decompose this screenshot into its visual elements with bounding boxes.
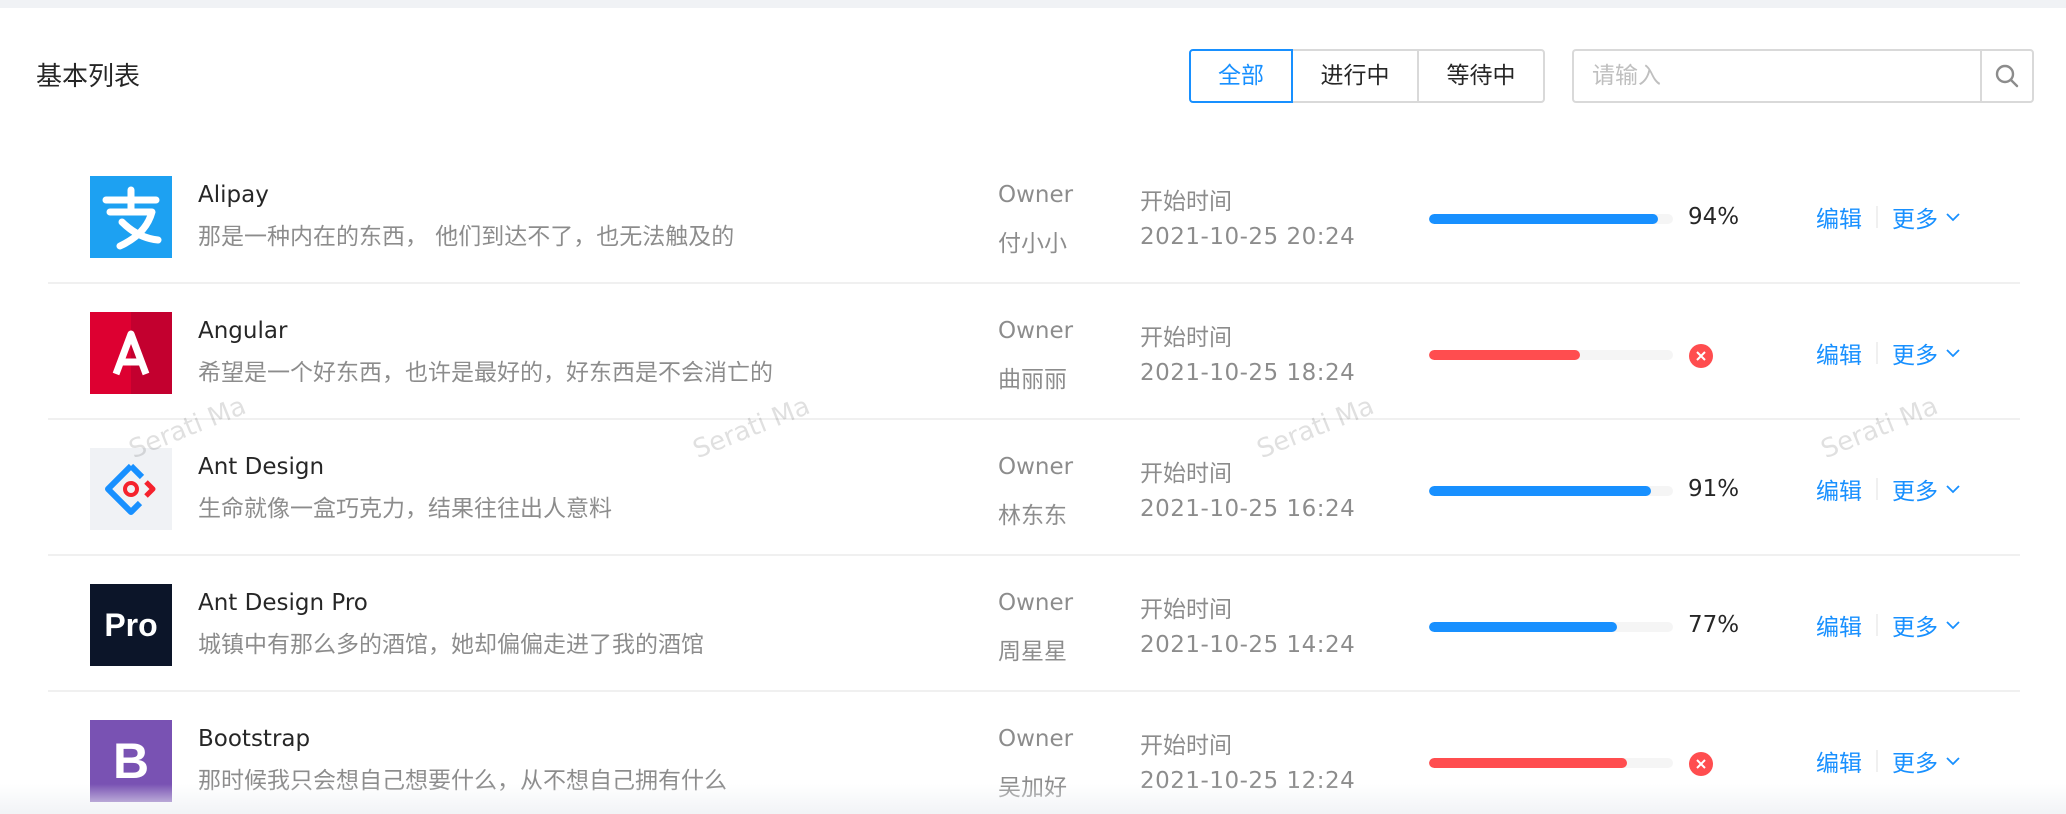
owner-label: Owner [998,590,1074,616]
item-actions: 编辑 更多 [1816,200,1962,234]
item-actions: 编辑 更多 [1816,472,1962,506]
list-item: Angular 希望是一个好东西，也许是最好的，好东西是不会消亡的 Owner … [48,284,2020,420]
start-time-value: 2021-10-25 18:24 [1140,360,1356,386]
more-dropdown[interactable]: 更多 [1892,608,1962,642]
item-description: 生命就像一盒巧克力，结果往往出人意料 [198,496,612,522]
start-time-label: 开始时间 [1140,733,1232,759]
owner-name: 付小小 [998,231,1067,257]
logo-text: Pro [104,606,158,643]
edit-link[interactable]: 编辑 [1816,608,1862,642]
close-circle-icon [1689,752,1713,776]
item-description: 城镇中有那么多的酒馆，她却偏偏走进了我的酒馆 [198,632,704,658]
more-dropdown[interactable]: 更多 [1892,336,1962,370]
more-dropdown[interactable]: 更多 [1892,472,1962,506]
item-description: 希望是一个好东西，也许是最好的，好东西是不会消亡的 [198,360,773,386]
start-time-value: 2021-10-25 14:24 [1140,632,1356,658]
action-divider [1876,614,1878,636]
list-item: Ant Design 生命就像一盒巧克力，结果往往出人意料 Owner 林东东 … [48,420,2020,556]
chevron-down-icon [1946,485,1960,494]
item-title[interactable]: Ant Design Pro [198,588,368,618]
progress-fill [1429,486,1652,496]
chevron-down-icon [1946,213,1960,222]
more-dropdown[interactable]: 更多 [1892,200,1962,234]
start-time-label: 开始时间 [1140,461,1232,487]
item-description: 那是一种内在的东西， 他们到达不了，也无法触及的 [198,224,735,250]
project-list: Alipay 那是一种内在的东西， 他们到达不了，也无法触及的 Owner 付小… [48,148,2020,814]
more-label: 更多 [1892,207,1938,233]
progress-bar [1429,486,1673,496]
owner-label: Owner [998,454,1074,480]
more-label: 更多 [1892,479,1938,505]
start-time-value: 2021-10-25 20:24 [1140,224,1356,250]
action-divider [1876,750,1878,772]
filter-waiting-button[interactable]: 等待中 [1417,49,1545,103]
search-button[interactable] [1980,49,2034,103]
item-actions: 编辑 更多 [1816,744,1962,778]
owner-name: 周星星 [998,639,1067,665]
more-label: 更多 [1892,751,1938,777]
progress-bar [1429,350,1673,360]
action-divider [1876,206,1878,228]
owner-name: 曲丽丽 [998,367,1067,393]
item-actions: 编辑 更多 [1816,608,1962,642]
progress-fill [1429,214,1659,224]
more-label: 更多 [1892,343,1938,369]
top-bar [0,0,2066,8]
search-box [1572,49,2034,103]
logo-text: B [112,733,150,789]
progress-percent: 94% [1688,204,1740,230]
filter-in-progress-button[interactable]: 进行中 [1291,49,1419,103]
card-header: 基本列表 全部 进行中 等待中 [0,8,2066,138]
start-time-label: 开始时间 [1140,189,1232,215]
basic-list-card: 基本列表 全部 进行中 等待中 Alipay 那是一 [0,8,2066,814]
action-divider [1876,478,1878,500]
list-item: Pro Ant Design Pro 城镇中有那么多的酒馆，她却偏偏走进了我的酒… [48,556,2020,692]
chevron-down-icon [1946,349,1960,358]
progress-fill [1429,622,1617,632]
edit-link[interactable]: 编辑 [1816,744,1862,778]
item-actions: 编辑 更多 [1816,336,1962,370]
chevron-down-icon [1946,757,1960,766]
progress-bar [1429,622,1673,632]
start-time-label: 开始时间 [1140,597,1232,623]
item-title[interactable]: Angular [198,316,287,346]
ant-design-logo-icon [90,448,172,530]
status-filter-group: 全部 进行中 等待中 [1189,49,1545,103]
item-title[interactable]: Ant Design [198,452,324,482]
edit-link[interactable]: 编辑 [1816,472,1862,506]
angular-logo-icon [90,312,172,394]
start-time-value: 2021-10-25 16:24 [1140,496,1356,522]
more-dropdown[interactable]: 更多 [1892,744,1962,778]
progress-bar [1429,758,1673,768]
owner-label: Owner [998,182,1074,208]
progress-percent: 77% [1688,612,1740,638]
owner-label: Owner [998,318,1074,344]
item-title[interactable]: Bootstrap [198,724,310,754]
more-label: 更多 [1892,615,1938,641]
start-time-label: 开始时间 [1140,325,1232,351]
filter-all-button[interactable]: 全部 [1189,49,1293,103]
edit-link[interactable]: 编辑 [1816,200,1862,234]
ant-design-pro-logo-icon: Pro [90,584,172,666]
item-title[interactable]: Alipay [198,180,269,210]
owner-name: 林东东 [998,503,1067,529]
bottom-fade [0,784,2066,814]
chevron-down-icon [1946,621,1960,630]
progress-percent: 91% [1688,476,1740,502]
edit-link[interactable]: 编辑 [1816,336,1862,370]
list-item: Alipay 那是一种内在的东西， 他们到达不了，也无法触及的 Owner 付小… [48,148,2020,284]
progress-fill [1429,758,1627,768]
progress-fill [1429,350,1581,360]
progress-bar [1429,214,1673,224]
close-circle-icon [1689,344,1713,368]
search-input[interactable] [1572,49,1980,103]
alipay-logo-icon [90,176,172,258]
action-divider [1876,342,1878,364]
search-icon [1995,64,2019,88]
card-title: 基本列表 [36,62,141,92]
owner-label: Owner [998,726,1074,752]
